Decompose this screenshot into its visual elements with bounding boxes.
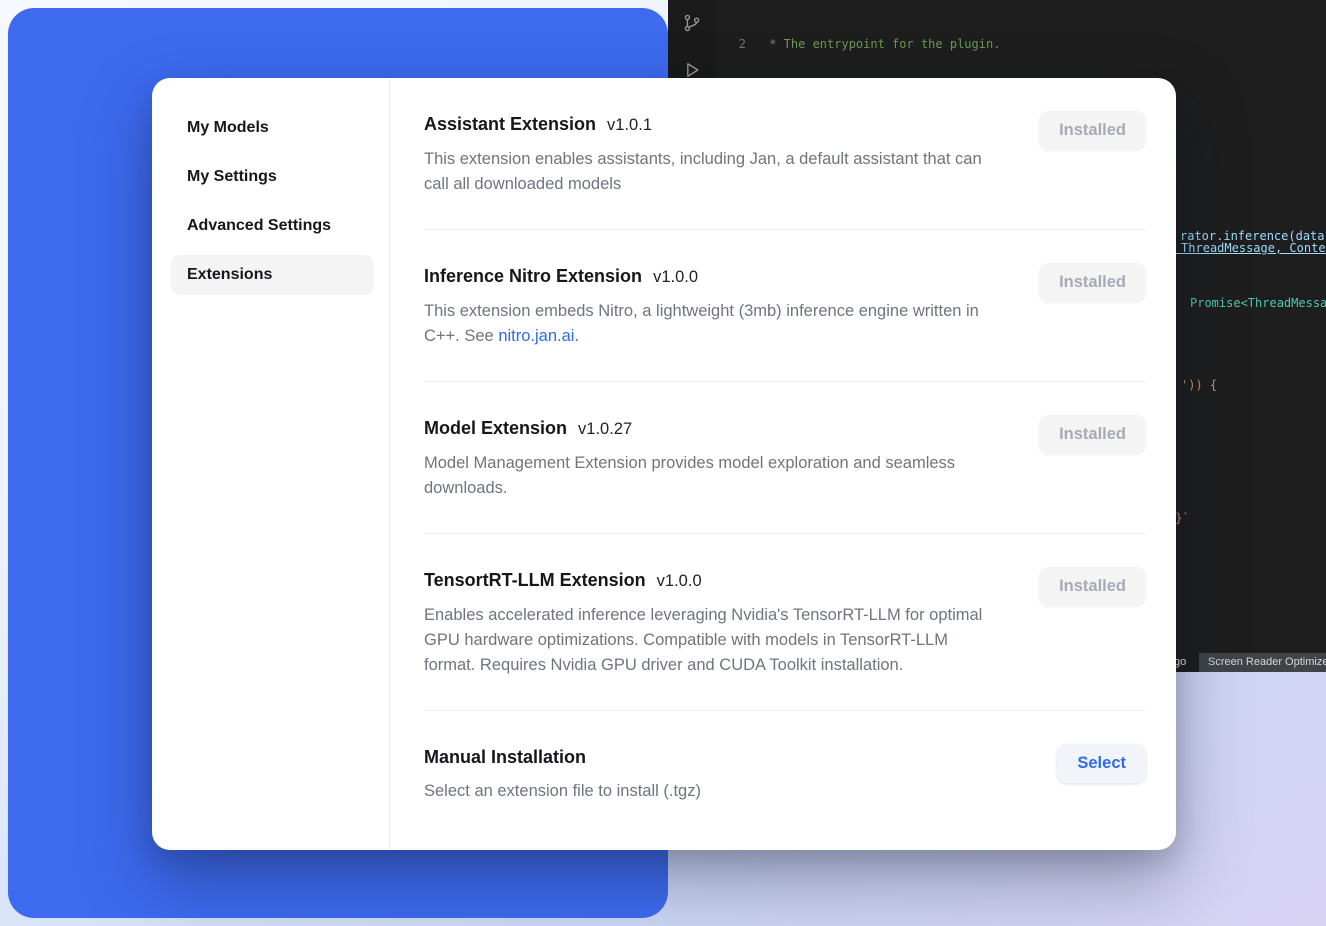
nitro-jan-ai-link[interactable]: nitro.jan.ai. [498, 327, 579, 345]
extension-version: v1.0.0 [653, 268, 698, 286]
sidebar-item-label: Advanced Settings [187, 217, 331, 234]
extension-name: TensortRT-LLM Extension [424, 570, 646, 590]
extension-info: Model Extension v1.0.27 Model Management … [424, 415, 1002, 501]
extension-title: Model Extension v1.0.27 [424, 415, 1002, 442]
installed-button[interactable]: Installed [1039, 567, 1146, 606]
extension-name: Model Extension [424, 418, 567, 438]
extension-row-nitro: Inference Nitro Extension v1.0.0 This ext… [424, 230, 1146, 382]
extension-name: Inference Nitro Extension [424, 266, 642, 286]
sidebar-item-label: Extensions [187, 266, 272, 283]
extension-row-tensorrt: TensortRT-LLM Extension v1.0.0 Enables ac… [424, 534, 1146, 711]
line-number: 2 [720, 36, 746, 53]
code-comment: * The entrypoint for the plugin. [762, 37, 1000, 51]
sidebar-item-my-models[interactable]: My Models [171, 108, 374, 148]
extension-description: Model Management Extension provides mode… [424, 451, 1002, 501]
extension-description: Enables accelerated inference leveraging… [424, 603, 1002, 678]
settings-modal: My Models My Settings Advanced Settings … [152, 78, 1176, 850]
extension-version: v1.0.27 [578, 420, 632, 438]
extensions-panel: Assistant Extension v1.0.1 This extension… [390, 78, 1176, 850]
code-fragment: ')) { [1181, 378, 1217, 392]
sidebar-item-my-settings[interactable]: My Settings [171, 157, 374, 197]
extension-name: Assistant Extension [424, 114, 596, 134]
extension-description: This extension enables assistants, inclu… [424, 147, 1002, 197]
installed-button[interactable]: Installed [1039, 415, 1146, 454]
extension-description: This extension embeds Nitro, a lightweig… [424, 299, 1002, 349]
code-fragment: Promise<ThreadMessage> [1190, 296, 1326, 310]
settings-sidebar: My Models My Settings Advanced Settings … [152, 78, 390, 850]
installed-button[interactable]: Installed [1039, 263, 1146, 302]
extension-info: TensortRT-LLM Extension v1.0.0 Enables ac… [424, 567, 1002, 678]
manual-installation-description: Select an extension file to install (.tg… [424, 779, 701, 804]
code-fragment: rator.inference(data)); [1180, 229, 1326, 243]
code-line: 2 * The entrypoint for the plugin. [720, 36, 1326, 53]
screen-reader-badge[interactable]: Screen Reader Optimize [1199, 653, 1326, 672]
source-control-icon[interactable] [681, 12, 703, 34]
select-file-button[interactable]: Select [1057, 744, 1146, 783]
run-debug-icon[interactable] [682, 60, 702, 80]
extension-info: Inference Nitro Extension v1.0.0 This ext… [424, 263, 1002, 349]
sidebar-item-label: My Models [187, 119, 269, 136]
extension-version: v1.0.0 [657, 572, 702, 590]
extension-title: Inference Nitro Extension v1.0.0 [424, 263, 1002, 290]
extension-title: TensortRT-LLM Extension v1.0.0 [424, 567, 1002, 594]
sidebar-item-advanced-settings[interactable]: Advanced Settings [171, 206, 374, 246]
desktop: 2 * The entrypoint for the plugin. 3 */ … [0, 0, 1326, 926]
sidebar-item-extensions[interactable]: Extensions [171, 255, 374, 295]
manual-installation-title: Manual Installation [424, 744, 701, 770]
installed-button[interactable]: Installed [1039, 111, 1146, 150]
extension-info: Manual Installation Select an extension … [424, 744, 701, 804]
extension-title: Assistant Extension v1.0.1 [424, 111, 1002, 138]
extension-version: v1.0.1 [607, 116, 652, 134]
extension-info: Assistant Extension v1.0.1 This extension… [424, 111, 1002, 197]
sidebar-item-label: My Settings [187, 168, 277, 185]
extension-row-model: Model Extension v1.0.27 Model Management … [424, 382, 1146, 534]
manual-installation-row: Manual Installation Select an extension … [424, 711, 1146, 836]
extension-row-assistant: Assistant Extension v1.0.1 This extension… [424, 78, 1146, 230]
